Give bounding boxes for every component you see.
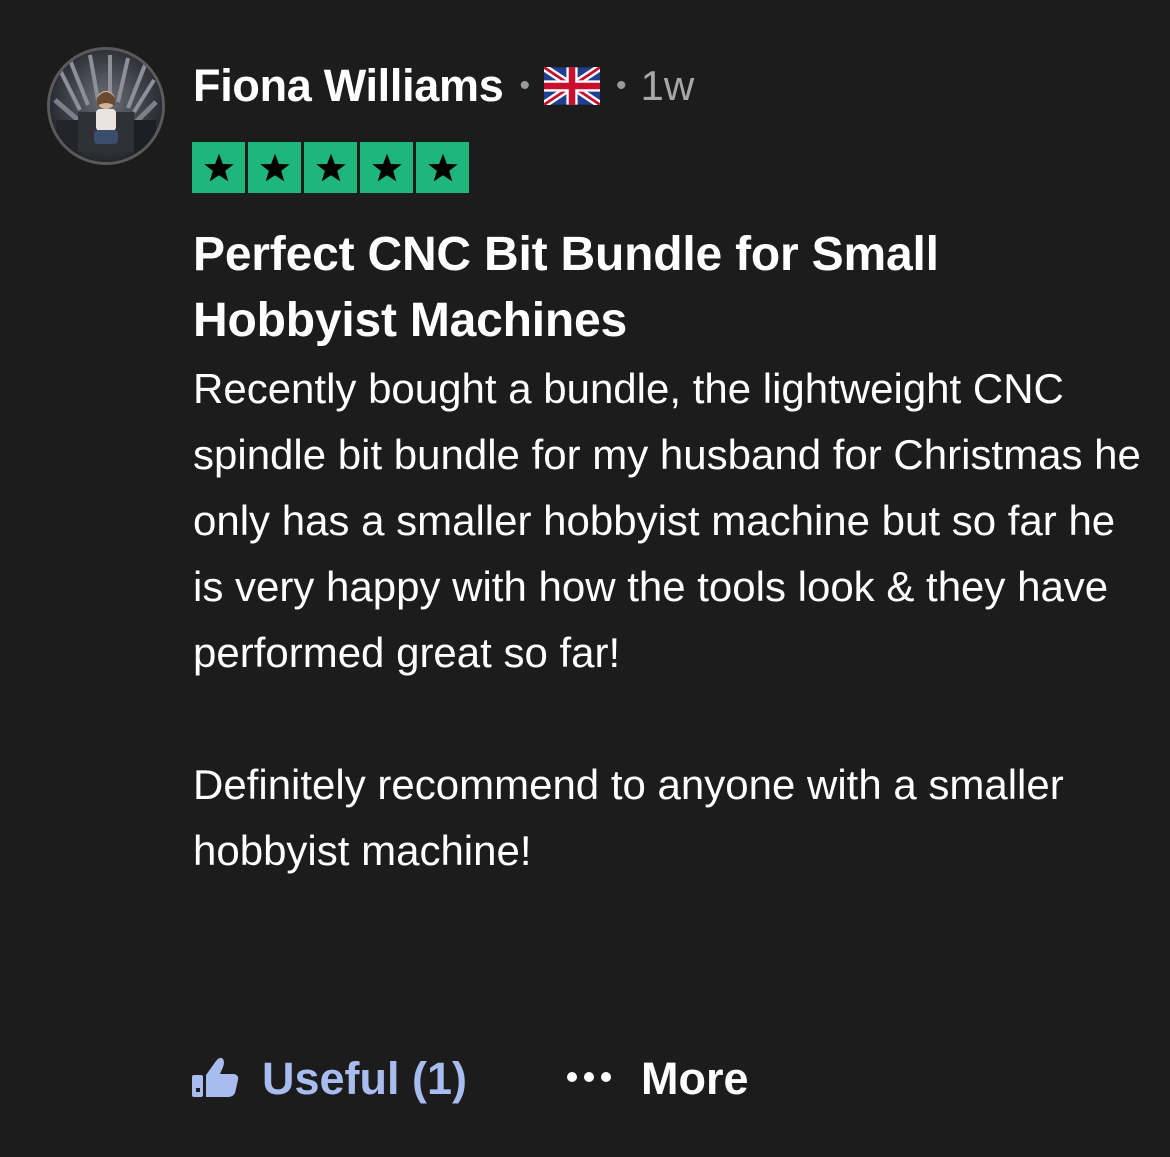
useful-button[interactable]: Useful (1): [190, 1053, 467, 1105]
review-title: Perfect CNC Bit Bundle for Small Hobbyis…: [193, 228, 939, 347]
review-card: Fiona Williams • • 1w Perfect CNC Bit Bu…: [0, 0, 1170, 1157]
more-label: More: [641, 1053, 749, 1104]
star-box: [360, 142, 413, 193]
star-icon: [371, 153, 402, 181]
review-timestamp: 1w: [640, 62, 695, 109]
useful-label: Useful (1): [262, 1053, 468, 1104]
star-box: [416, 142, 469, 193]
separator-dot: •: [615, 69, 627, 102]
thumbs-up-icon: [190, 1055, 240, 1104]
star-icon: [259, 153, 290, 181]
star-box: [248, 142, 301, 193]
avatar-photo: [50, 50, 162, 162]
review-body: Recently bought a bundle, the lightweigh…: [193, 356, 1153, 884]
star-box: [304, 142, 357, 193]
more-button[interactable]: More: [565, 1053, 749, 1105]
review-actions: Useful (1) More: [190, 1046, 749, 1112]
separator-dot: •: [519, 69, 530, 102]
reviewer-avatar[interactable]: [47, 47, 165, 165]
star-icon: [203, 153, 234, 181]
reviewer-header: Fiona Williams • • 1w: [193, 58, 694, 114]
review-paragraph: Recently bought a bundle, the lightweigh…: [193, 365, 1141, 676]
star-icon: [427, 153, 458, 181]
star-rating: [192, 142, 469, 193]
reviewer-name[interactable]: Fiona Williams: [193, 60, 504, 112]
ellipsis-icon: [565, 1070, 613, 1089]
star-box: [192, 142, 245, 193]
star-icon: [315, 153, 346, 181]
review-paragraph: Definitely recommend to anyone with a sm…: [193, 761, 1064, 874]
uk-flag-icon: [541, 64, 603, 108]
